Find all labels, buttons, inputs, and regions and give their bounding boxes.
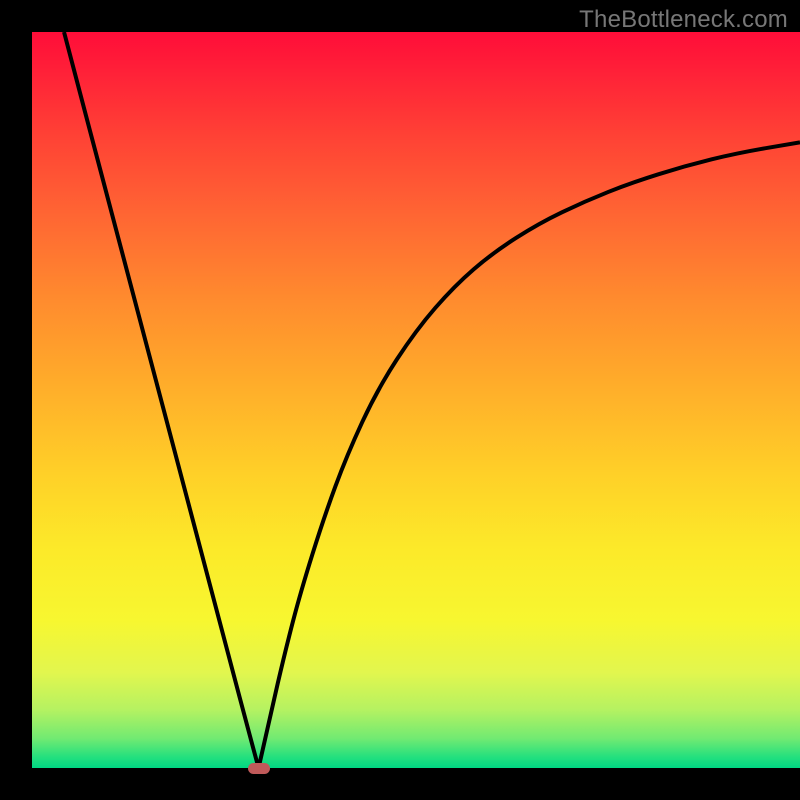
watermark-text: TheBottleneck.com [579,6,788,34]
minimum-marker [248,763,270,774]
bottleneck-curve [32,32,800,768]
